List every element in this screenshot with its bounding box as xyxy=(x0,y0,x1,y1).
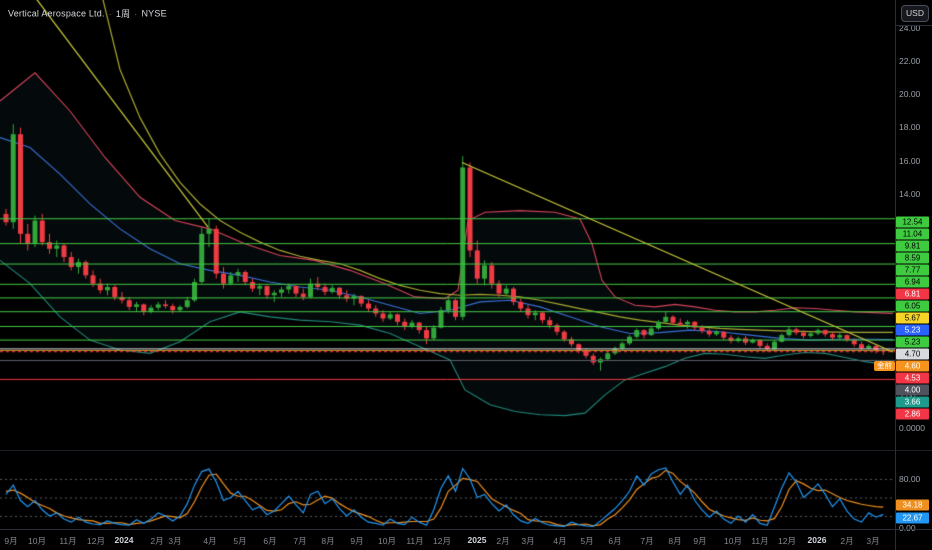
price-tick: 80.00 xyxy=(899,474,921,484)
price-scale-label[interactable]: 12.54 xyxy=(896,216,929,228)
usd-separator xyxy=(895,25,932,26)
price-scale-label[interactable]: 34.18 xyxy=(896,499,929,511)
price-scale-label[interactable]: 6.81 xyxy=(896,288,929,300)
currency-toggle-button[interactable]: USD xyxy=(901,5,929,22)
time-label-month: 2月 xyxy=(496,536,510,546)
time-label-month: 3月 xyxy=(521,536,535,546)
price-scale-label[interactable]: 11.04 xyxy=(896,228,929,240)
price-scale-label[interactable]: 3.66 xyxy=(896,396,929,408)
legend-separator: · xyxy=(134,8,138,19)
time-label-month: 10月 xyxy=(28,536,46,546)
price-scale-label[interactable]: 4.00 xyxy=(896,384,929,396)
time-label-month: 4月 xyxy=(553,536,567,546)
time-label-month: 9月 xyxy=(4,536,18,546)
time-label-month: 8月 xyxy=(668,536,682,546)
interval-label[interactable]: 1周 xyxy=(116,9,130,19)
time-label-month: 10月 xyxy=(724,536,742,546)
time-label-month: 11月 xyxy=(751,536,769,546)
time-label-year: 2025 xyxy=(467,535,487,545)
price-tick: 16.00 xyxy=(899,156,921,166)
chart-app: Vertical Aerospace Ltd. · 1周 · NYSE USD 金前 2… xyxy=(0,0,932,550)
time-label-month: 6月 xyxy=(263,536,277,546)
price-tick: 0.0000 xyxy=(899,423,925,433)
price-scale-label[interactable]: 2.86 xyxy=(896,408,929,420)
time-label-month: 12月 xyxy=(778,536,796,546)
panel-separator[interactable] xyxy=(0,450,932,451)
time-label-month: 11月 xyxy=(406,536,424,546)
price-scale-label[interactable]: 5.23 xyxy=(896,324,929,336)
price-tick: 14.00 xyxy=(899,189,921,199)
time-label-month: 8月 xyxy=(321,536,335,546)
price-scale-label[interactable]: 22.67 xyxy=(896,512,929,524)
time-label-month: 12月 xyxy=(433,536,451,546)
time-label-month: 7月 xyxy=(640,536,654,546)
price-scale-label[interactable]: 4.60 xyxy=(896,360,929,372)
time-label-month: 12月 xyxy=(87,536,105,546)
time-label-year: 2026 xyxy=(807,535,827,545)
price-tick: 0.00 xyxy=(899,523,916,533)
exchange-label[interactable]: NYSE xyxy=(141,9,166,19)
time-label-year: 2024 xyxy=(114,535,134,545)
price-scale-label[interactable]: 4.53 xyxy=(896,372,929,384)
time-label-month: 3月 xyxy=(168,536,182,546)
price-scale-label[interactable]: 6.94 xyxy=(896,276,929,288)
time-label-month: 5月 xyxy=(233,536,247,546)
time-label-month: 9月 xyxy=(693,536,707,546)
time-label-month: 9月 xyxy=(350,536,364,546)
legend-separator: · xyxy=(108,8,112,19)
price-scale-label[interactable]: 8.59 xyxy=(896,252,929,264)
price-scale-label[interactable]: 9.81 xyxy=(896,240,929,252)
price-tick: 20.00 xyxy=(899,89,921,99)
time-label-month: 10月 xyxy=(378,536,396,546)
time-axis-separator xyxy=(0,529,932,530)
symbol-title[interactable]: Vertical Aerospace Ltd. xyxy=(8,9,105,19)
price-scale-label[interactable]: 5.67 xyxy=(896,312,929,324)
time-label-month: 2月 xyxy=(150,536,164,546)
chart-legend: Vertical Aerospace Ltd. · 1周 · NYSE xyxy=(8,7,167,20)
time-label-month: 2月 xyxy=(840,536,854,546)
price-tick: 18.00 xyxy=(899,122,921,132)
time-label-month: 7月 xyxy=(293,536,307,546)
price-scale-label[interactable]: 7.77 xyxy=(896,264,929,276)
price-scale-label[interactable]: 5.23 xyxy=(896,336,929,348)
time-label-month: 6月 xyxy=(608,536,622,546)
time-label-month: 5月 xyxy=(580,536,594,546)
price-tick: 22.00 xyxy=(899,56,921,66)
time-label-month: 11月 xyxy=(59,536,77,546)
time-label-month: 4月 xyxy=(203,536,217,546)
price-scale-label[interactable]: 4.70 xyxy=(896,348,929,360)
price-scale-label[interactable]: 6.05 xyxy=(896,300,929,312)
drawn-line-tag[interactable]: 金前 xyxy=(874,361,895,371)
time-label-month: 3月 xyxy=(866,536,880,546)
